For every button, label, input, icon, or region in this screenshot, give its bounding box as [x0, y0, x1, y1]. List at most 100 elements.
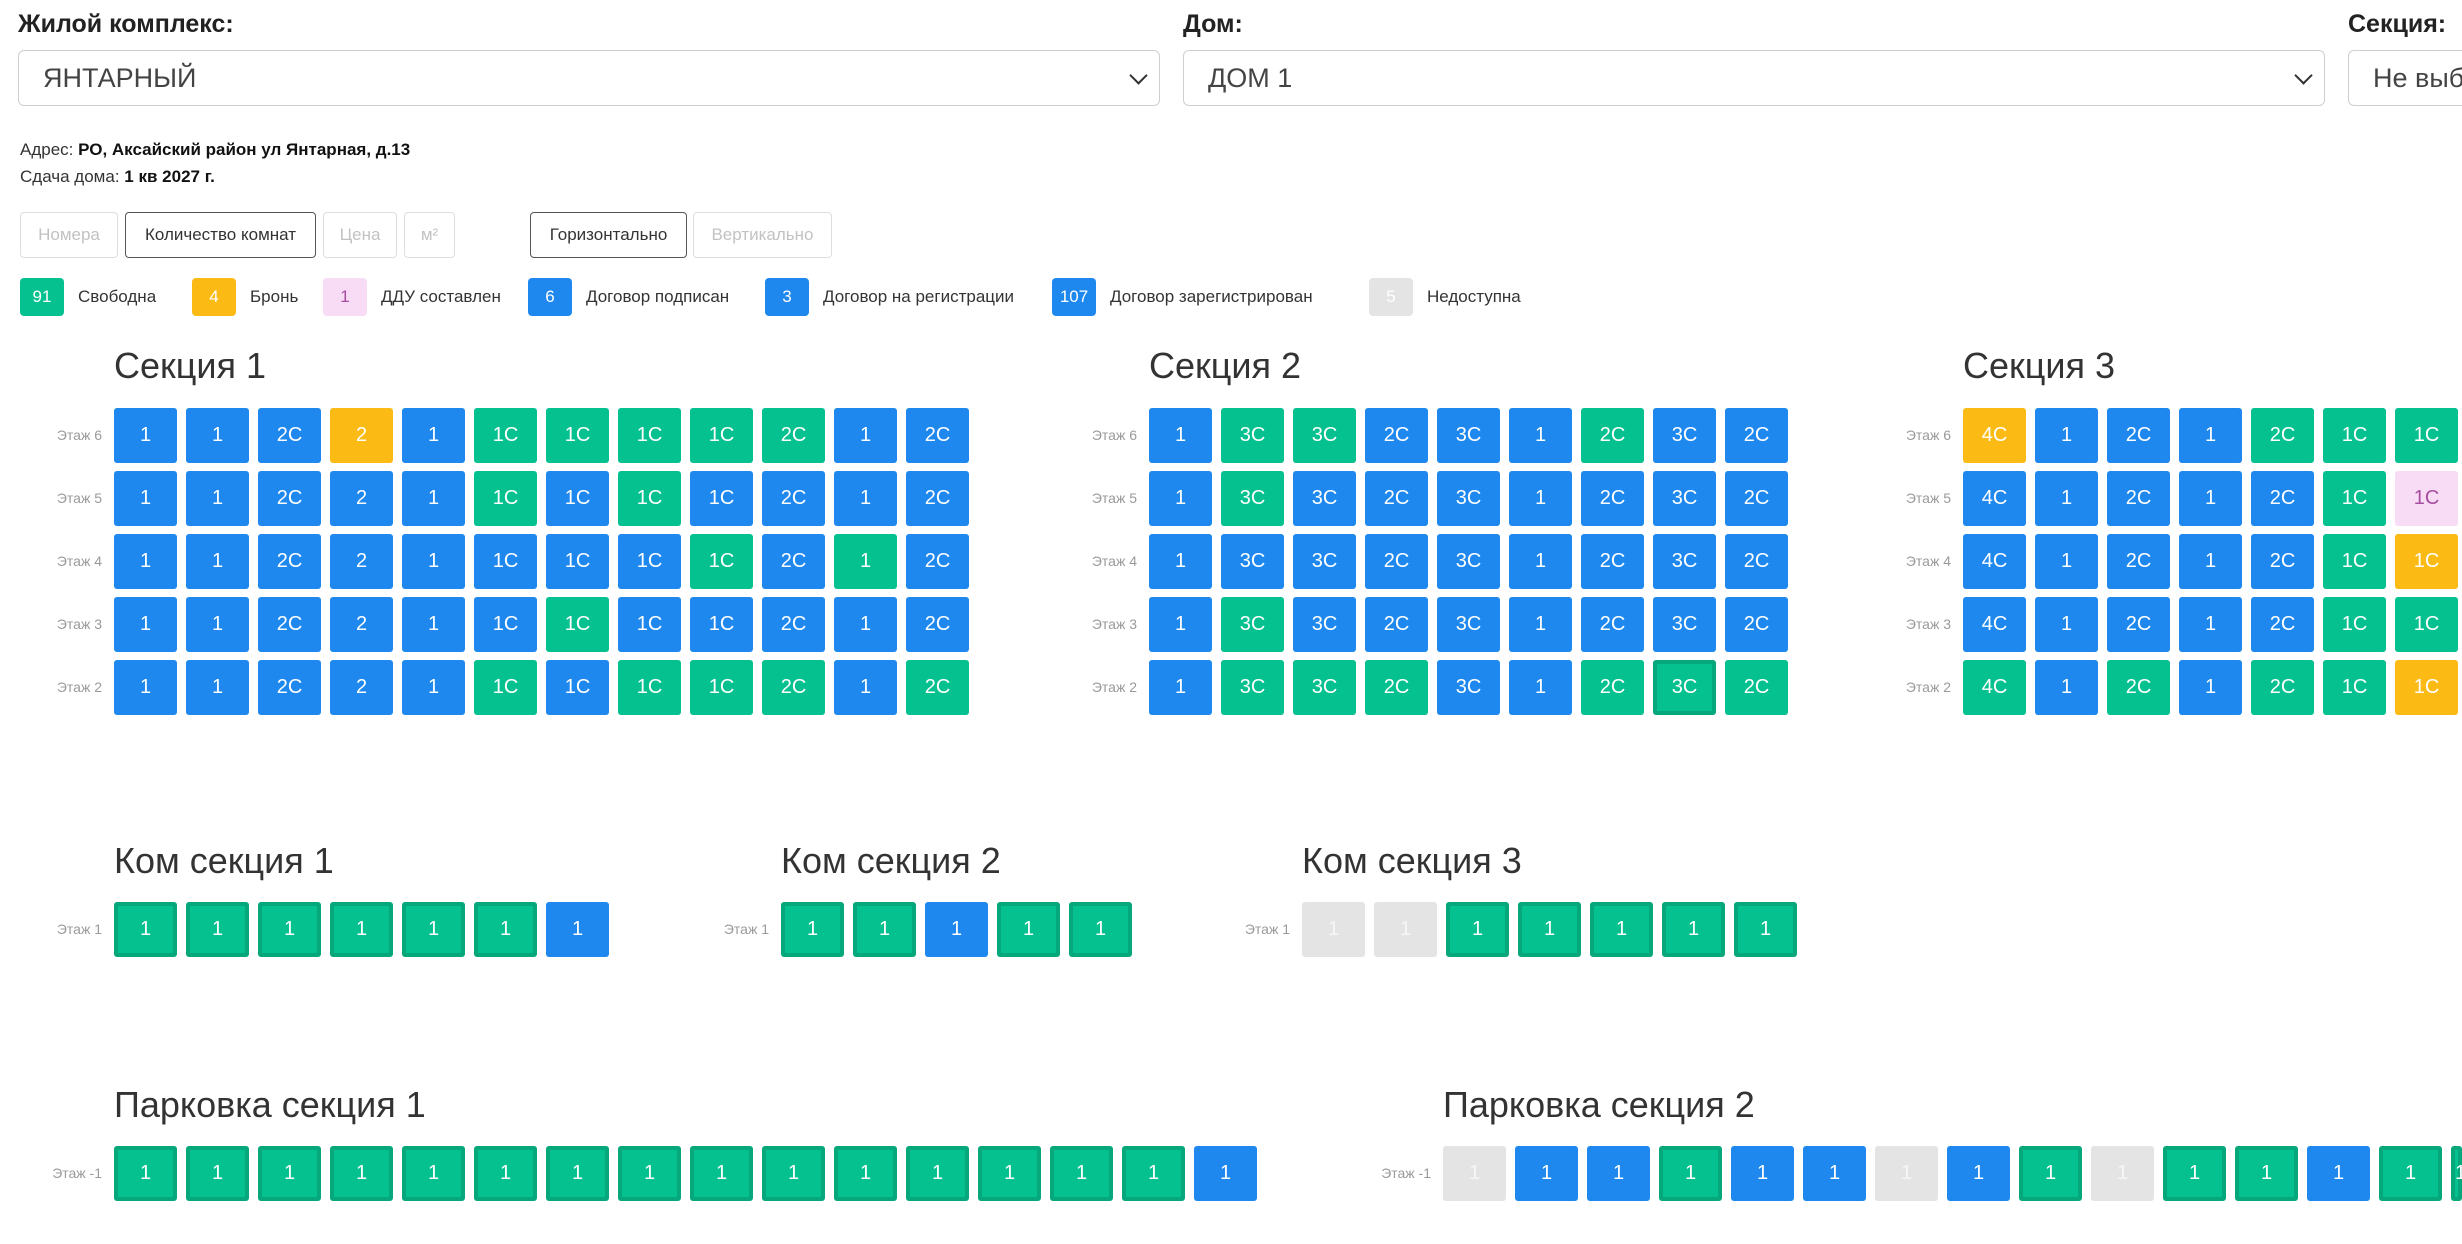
apartment-cell[interactable]: 2С — [258, 408, 321, 463]
apartment-cell[interactable]: 2С — [1725, 660, 1788, 715]
apartment-cell[interactable]: 2С — [1365, 597, 1428, 652]
apartment-cell[interactable]: 2С — [2251, 534, 2314, 589]
apartment-cell[interactable]: 1С — [2395, 408, 2458, 463]
apartment-cell[interactable]: 1С — [618, 660, 681, 715]
apartment-cell[interactable]: 3С — [1437, 408, 1500, 463]
apartment-cell[interactable]: 2 — [330, 408, 393, 463]
apartment-cell[interactable]: 1С — [2323, 534, 2386, 589]
apartment-cell[interactable]: 1 — [1374, 902, 1437, 957]
apartment-cell[interactable]: 1 — [834, 597, 897, 652]
apartment-cell[interactable]: 3С — [1293, 471, 1356, 526]
apartment-cell[interactable]: 2С — [762, 534, 825, 589]
apartment-cell[interactable]: 1 — [402, 1146, 465, 1201]
apartment-cell[interactable]: 1 — [1050, 1146, 1113, 1201]
apartment-cell[interactable]: 1 — [402, 597, 465, 652]
apartment-cell[interactable]: 1 — [546, 1146, 609, 1201]
apartment-cell[interactable]: 2С — [1725, 534, 1788, 589]
apartment-cell[interactable]: 2С — [906, 597, 969, 652]
apartment-cell[interactable]: 1 — [690, 1146, 753, 1201]
apartment-cell[interactable]: 1 — [906, 1146, 969, 1201]
apartment-cell[interactable]: 2С — [258, 471, 321, 526]
apartment-cell[interactable]: 1С — [546, 534, 609, 589]
apartment-cell[interactable]: 1 — [114, 902, 177, 957]
apartment-cell[interactable]: 1 — [1149, 471, 1212, 526]
apartment-cell[interactable]: 1С — [546, 408, 609, 463]
apartment-cell[interactable]: 2С — [2251, 597, 2314, 652]
apartment-cell[interactable]: 2 — [330, 471, 393, 526]
apartment-cell[interactable]: 1 — [1659, 1146, 1722, 1201]
apartment-cell[interactable]: 3С — [1221, 408, 1284, 463]
apartment-cell[interactable]: 2 — [330, 660, 393, 715]
apartment-cell[interactable]: 3С — [1293, 408, 1356, 463]
apartment-cell[interactable]: 1 — [2179, 534, 2242, 589]
house-select[interactable]: ДОМ 1 — [1183, 50, 2325, 106]
apartment-cell[interactable]: 1 — [834, 408, 897, 463]
apartment-cell[interactable]: 1 — [2179, 408, 2242, 463]
apartment-cell[interactable]: 1 — [781, 902, 844, 957]
apartment-cell[interactable]: 1С — [546, 597, 609, 652]
apartment-cell[interactable]: 1 — [1509, 534, 1572, 589]
apartment-cell[interactable]: 2С — [762, 660, 825, 715]
apartment-cell[interactable]: 2С — [906, 408, 969, 463]
apartment-cell[interactable]: 1С — [474, 534, 537, 589]
apartment-cell[interactable]: 1 — [1194, 1146, 1257, 1201]
apartment-cell[interactable]: 3С — [1437, 471, 1500, 526]
apartment-cell[interactable]: 1 — [402, 534, 465, 589]
apartment-cell[interactable]: 1 — [2163, 1146, 2226, 1201]
apartment-cell[interactable]: 2С — [258, 534, 321, 589]
apartment-cell[interactable]: 1 — [402, 660, 465, 715]
apartment-cell[interactable]: 2С — [1725, 471, 1788, 526]
apartment-cell[interactable]: 3С — [1293, 534, 1356, 589]
apartment-cell[interactable]: 1С — [2323, 597, 2386, 652]
apartment-cell[interactable]: 2С — [258, 660, 321, 715]
apartment-cell[interactable]: 1 — [1509, 408, 1572, 463]
apartment-cell[interactable]: 1 — [2035, 534, 2098, 589]
apartment-cell[interactable]: 1 — [2035, 408, 2098, 463]
apartment-cell[interactable]: 2С — [2107, 534, 2170, 589]
apartment-cell[interactable]: 1 — [1587, 1146, 1650, 1201]
apartment-cell[interactable]: 1С — [618, 597, 681, 652]
apartment-cell[interactable]: 2С — [906, 534, 969, 589]
apartment-cell[interactable]: 1С — [2323, 471, 2386, 526]
apartment-cell[interactable]: 1 — [978, 1146, 1041, 1201]
apartment-cell[interactable]: 3С — [1653, 660, 1716, 715]
apartment-cell[interactable]: 1С — [2323, 408, 2386, 463]
apartment-cell[interactable]: 1 — [925, 902, 988, 957]
apartment-cell[interactable]: 1 — [1149, 534, 1212, 589]
apartment-cell[interactable]: 1С — [546, 660, 609, 715]
complex-select[interactable]: ЯНТАРНЫЙ — [18, 50, 1160, 106]
apartment-cell[interactable]: 1 — [2179, 597, 2242, 652]
apartment-cell[interactable]: 2С — [2251, 660, 2314, 715]
apartment-cell[interactable]: 1 — [1509, 660, 1572, 715]
apartment-cell[interactable]: 3С — [1293, 660, 1356, 715]
apartment-cell[interactable]: 1 — [2035, 597, 2098, 652]
apartment-cell[interactable]: 2С — [1365, 534, 1428, 589]
apartment-cell[interactable]: 2С — [1581, 660, 1644, 715]
apartment-cell[interactable]: 1С — [690, 408, 753, 463]
apartment-cell[interactable]: 2С — [2107, 597, 2170, 652]
apartment-cell[interactable]: 1 — [1590, 902, 1653, 957]
orientation-vertical-button[interactable]: Вертикально — [693, 212, 832, 258]
apartment-cell[interactable]: 1С — [618, 534, 681, 589]
apartment-cell[interactable]: 2С — [762, 471, 825, 526]
legend-item[interactable]: 5 Недоступна — [1369, 278, 1521, 316]
apartment-cell[interactable]: 1 — [2035, 660, 2098, 715]
apartment-cell[interactable]: 1 — [997, 902, 1060, 957]
apartment-cell[interactable]: 1 — [186, 534, 249, 589]
apartment-cell[interactable]: 1 — [1509, 597, 1572, 652]
apartment-cell[interactable]: 1С — [474, 597, 537, 652]
display-price-button[interactable]: Цена — [323, 212, 397, 258]
apartment-cell[interactable]: 4С — [1963, 597, 2026, 652]
apartment-cell[interactable]: 2С — [2107, 471, 2170, 526]
apartment-cell[interactable]: 3С — [1293, 597, 1356, 652]
apartment-cell[interactable]: 1С — [618, 471, 681, 526]
apartment-cell[interactable]: 1 — [330, 902, 393, 957]
apartment-cell[interactable]: 1 — [186, 597, 249, 652]
apartment-cell[interactable]: 2С — [1725, 597, 1788, 652]
apartment-cell[interactable]: 1 — [2235, 1146, 2298, 1201]
display-rooms-button[interactable]: Количество комнат — [125, 212, 316, 258]
apartment-cell[interactable]: 1 — [1149, 660, 1212, 715]
apartment-cell[interactable]: 2С — [1581, 534, 1644, 589]
apartment-cell[interactable]: 1 — [1518, 902, 1581, 957]
apartment-cell[interactable]: 1 — [1069, 902, 1132, 957]
